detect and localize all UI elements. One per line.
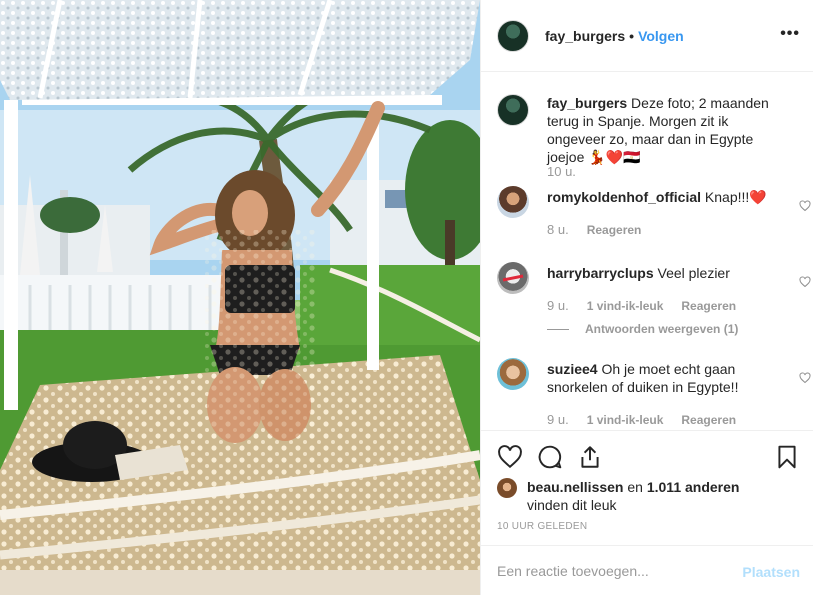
follow-button[interactable]: Volgen xyxy=(638,28,684,44)
timestamp[interactable]: 9 u. xyxy=(547,298,569,313)
caption-body: fay_burgers Deze foto; 2 maanden terug i… xyxy=(547,94,787,166)
share-icon[interactable] xyxy=(577,444,603,470)
avatar[interactable] xyxy=(497,478,517,498)
comment-like-heart-icon[interactable] xyxy=(799,200,811,212)
post-side-panel: fay_burgers • Volgen ••• fay_burgers Dez… xyxy=(480,0,813,595)
timestamp[interactable]: 10 u. xyxy=(547,164,576,179)
view-replies-button[interactable]: Antwoorden weergeven (1) xyxy=(547,322,738,336)
likes-suffix: vinden dit leuk xyxy=(527,497,617,513)
caption-meta: 10 u. xyxy=(547,164,576,179)
post-header: fay_burgers • Volgen ••• xyxy=(481,0,813,72)
post-author-username[interactable]: fay_burgers xyxy=(545,28,625,44)
photo-illustration xyxy=(0,0,480,595)
comment-input[interactable] xyxy=(497,560,727,582)
avatar[interactable] xyxy=(497,186,529,218)
comment-meta: 9 u. 1 vind-ik-leuk Reageren xyxy=(547,412,736,427)
post-photo[interactable] xyxy=(0,0,480,595)
likes-connector: en xyxy=(627,479,643,495)
add-comment-bar: Plaatsen xyxy=(481,545,813,595)
reply-button[interactable]: Reageren xyxy=(681,299,736,313)
comment-meta: 9 u. 1 vind-ik-leuk Reageren xyxy=(547,298,736,313)
comment-username[interactable]: romykoldenhof_official xyxy=(547,189,701,205)
comment-body: suziee4 Oh je moet echt gaan snorkelen o… xyxy=(547,360,787,396)
likes-others-count[interactable]: 1.011 anderen xyxy=(647,479,740,495)
like-count[interactable]: 1 vind-ik-leuk xyxy=(587,413,664,427)
avatar[interactable] xyxy=(497,19,529,52)
action-bar xyxy=(481,430,813,480)
comment-text: Knap!!!❤️ xyxy=(704,189,767,205)
avatar-mark-icon xyxy=(502,274,524,282)
more-options-icon[interactable]: ••• xyxy=(780,26,800,42)
comment-text: Veel plezier xyxy=(657,265,730,281)
divider xyxy=(547,328,569,330)
separator-dot: • xyxy=(629,27,635,44)
comment-like-heart-icon[interactable] xyxy=(799,372,811,384)
bookmark-icon[interactable] xyxy=(774,444,800,470)
comments-list[interactable]: fay_burgers Deze foto; 2 maanden terug i… xyxy=(481,72,813,430)
likes-line: beau.nellissen en 1.011 anderen xyxy=(497,478,797,496)
view-replies-label: Antwoorden weergeven (1) xyxy=(585,322,739,336)
timestamp[interactable]: 8 u. xyxy=(547,222,569,237)
post-comment-button[interactable]: Plaatsen xyxy=(742,564,800,580)
caption-username[interactable]: fay_burgers xyxy=(547,95,627,111)
comment-body: romykoldenhof_official Knap!!!❤️ xyxy=(547,188,787,206)
reply-button[interactable]: Reageren xyxy=(587,223,642,237)
comment-username[interactable]: harrybarryclups xyxy=(547,265,654,281)
reply-button[interactable]: Reageren xyxy=(681,413,736,427)
liker-username[interactable]: beau.nellissen xyxy=(527,479,623,495)
comment-username[interactable]: suziee4 xyxy=(547,361,598,377)
heart-icon[interactable] xyxy=(497,444,523,470)
avatar[interactable] xyxy=(497,94,529,126)
likes-summary: beau.nellissen en 1.011 anderen vinden d… xyxy=(497,478,797,514)
comment-meta: 8 u. Reageren xyxy=(547,222,641,237)
comment-body: harrybarryclups Veel plezier xyxy=(547,264,787,282)
comment-icon[interactable] xyxy=(537,444,563,470)
comment-like-heart-icon[interactable] xyxy=(799,276,811,288)
post-timestamp[interactable]: 10 UUR GELEDEN xyxy=(497,521,587,532)
like-count[interactable]: 1 vind-ik-leuk xyxy=(587,299,664,313)
timestamp[interactable]: 9 u. xyxy=(547,412,569,427)
avatar[interactable] xyxy=(497,262,529,294)
avatar[interactable] xyxy=(497,358,529,390)
